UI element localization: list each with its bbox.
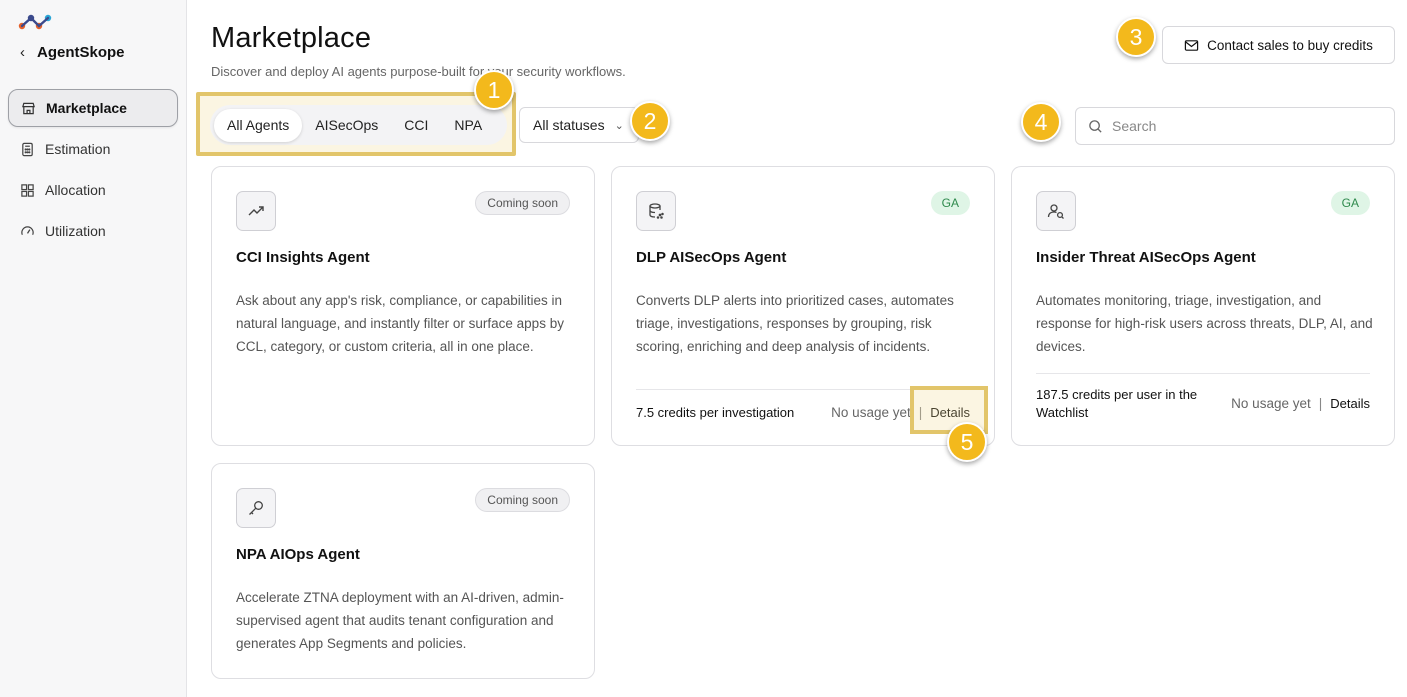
grid-icon <box>21 183 34 197</box>
card-description: Ask about any app's risk, compliance, or… <box>236 293 564 354</box>
usage-info: No usage yet | Details <box>1231 396 1370 411</box>
card-icon-box <box>636 191 676 231</box>
agent-card-npa-aiops[interactable]: Coming soon NPA AIOps Agent Accelerate Z… <box>211 463 595 679</box>
tab-cci[interactable]: CCI <box>391 109 441 142</box>
details-link[interactable]: Details <box>1330 396 1370 411</box>
credits-info: 187.5 credits per user in the Watchlist <box>1036 386 1198 420</box>
status-filter-dropdown[interactable]: All statuses ⌄ <box>519 107 639 143</box>
card-footer: 187.5 credits per user in the Watchlist … <box>1036 373 1370 433</box>
contact-sales-label: Contact sales to buy credits <box>1207 37 1373 53</box>
sidebar-item-marketplace[interactable]: Marketplace <box>8 89 178 127</box>
sidebar-item-label: Estimation <box>45 141 111 157</box>
card-icon-box <box>236 488 276 528</box>
divider: | <box>1318 396 1323 411</box>
search-box <box>1075 107 1395 145</box>
chevron-left-icon: ‹ <box>20 44 25 61</box>
status-badge: Coming soon <box>475 488 570 512</box>
store-icon <box>22 102 35 114</box>
search-icon <box>1089 119 1102 133</box>
sidebar: ‹ AgentSkope Marketplace Estimation Allo… <box>0 0 187 697</box>
category-tabs: All Agents AISecOps CCI NPA <box>210 105 507 145</box>
card-description: Converts DLP alerts into prioritized cas… <box>636 293 954 354</box>
key-icon <box>249 501 263 515</box>
card-icon-box <box>1036 191 1076 231</box>
tab-npa[interactable]: NPA <box>441 109 495 142</box>
mail-icon <box>1184 39 1199 51</box>
page-title: Marketplace <box>211 22 372 54</box>
page-subtitle: Discover and deploy AI agents purpose-bu… <box>211 64 626 79</box>
chevron-down-icon: ⌄ <box>614 119 624 132</box>
database-icon <box>649 203 664 219</box>
step-marker-4: 4 <box>1021 102 1061 142</box>
sidebar-item-allocation[interactable]: Allocation <box>8 171 178 209</box>
gauge-icon <box>21 225 34 235</box>
tab-all-agents[interactable]: All Agents <box>214 108 303 142</box>
step-marker-3: 3 <box>1116 17 1156 57</box>
status-badge: GA <box>1330 191 1370 215</box>
card-title: NPA AIOps Agent <box>236 546 360 563</box>
sidebar-item-label: Allocation <box>45 182 106 198</box>
usage-status: No usage yet <box>1231 396 1311 411</box>
card-description: Automates monitoring, triage, investigat… <box>1036 293 1373 354</box>
status-badge: GA <box>930 191 970 215</box>
card-title: CCI Insights Agent <box>236 249 370 266</box>
sidebar-item-label: Utilization <box>45 223 106 239</box>
app-name: AgentSkope <box>37 44 125 61</box>
user-search-icon <box>1047 204 1064 219</box>
step-marker-5: 5 <box>947 422 987 462</box>
tab-aisecops[interactable]: AISecOps <box>302 109 391 142</box>
sidebar-item-label: Marketplace <box>46 100 127 116</box>
search-input[interactable] <box>1112 118 1372 134</box>
step-marker-1: 1 <box>474 70 514 110</box>
card-title: Insider Threat AISecOps Agent <box>1036 249 1256 266</box>
step-marker-2: 2 <box>630 101 670 141</box>
agent-card-cci-insights[interactable]: Coming soon CCI Insights Agent Ask about… <box>211 166 595 446</box>
back-to-app[interactable]: ‹ AgentSkope <box>20 44 125 61</box>
credits-info: 7.5 credits per investigation <box>636 404 795 420</box>
card-icon-box <box>236 191 276 231</box>
status-filter-value: All statuses <box>533 117 605 133</box>
calculator-icon <box>22 142 33 156</box>
sidebar-item-utilization[interactable]: Utilization <box>8 212 178 250</box>
sidebar-nav: Marketplace Estimation Allocation Utiliz… <box>8 89 178 253</box>
usage-status: No usage yet <box>831 405 911 420</box>
sidebar-item-estimation[interactable]: Estimation <box>8 130 178 168</box>
card-description: Accelerate ZTNA deployment with an AI-dr… <box>236 590 564 651</box>
app-logo-icon <box>18 14 52 30</box>
status-badge: Coming soon <box>475 191 570 215</box>
agent-card-insider-threat[interactable]: GA Insider Threat AISecOps Agent Automat… <box>1011 166 1395 446</box>
trend-up-icon <box>248 206 264 216</box>
card-title: DLP AISecOps Agent <box>636 249 787 266</box>
contact-sales-button[interactable]: Contact sales to buy credits <box>1162 26 1395 64</box>
